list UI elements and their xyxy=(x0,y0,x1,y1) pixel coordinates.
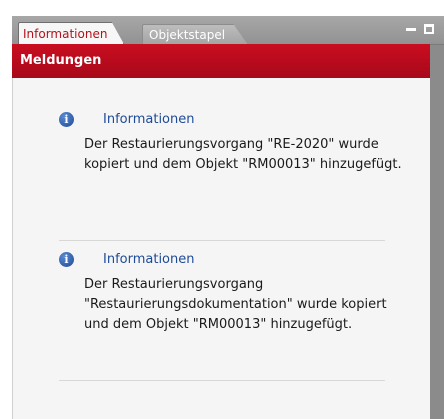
tab-informationen[interactable]: Informationen xyxy=(18,22,125,45)
message-list: i Informationen Der Restaurierungsvorgan… xyxy=(12,78,430,419)
screenshot-frame: Informationen Objektstapel Meldungen i I… xyxy=(0,0,444,419)
message-title: Informationen xyxy=(103,252,195,267)
message-title: Informationen xyxy=(103,112,195,127)
tab-objektstapel[interactable]: Objektstapel xyxy=(142,24,249,45)
divider xyxy=(59,240,385,241)
info-icon: i xyxy=(59,252,74,267)
divider xyxy=(59,380,385,381)
tab-bar: Informationen Objektstapel xyxy=(12,16,444,45)
info-icon: i xyxy=(59,112,74,127)
meldungen-header: Meldungen xyxy=(12,44,430,78)
message-text: Der Restaurierungsvorgang "RE-2020" wurd… xyxy=(84,137,402,172)
minimize-icon[interactable] xyxy=(406,24,416,34)
maximize-icon[interactable] xyxy=(424,24,434,34)
window-controls xyxy=(406,24,434,34)
message-text: Der Restaurierungsvorgang "Restaurierung… xyxy=(84,277,387,332)
